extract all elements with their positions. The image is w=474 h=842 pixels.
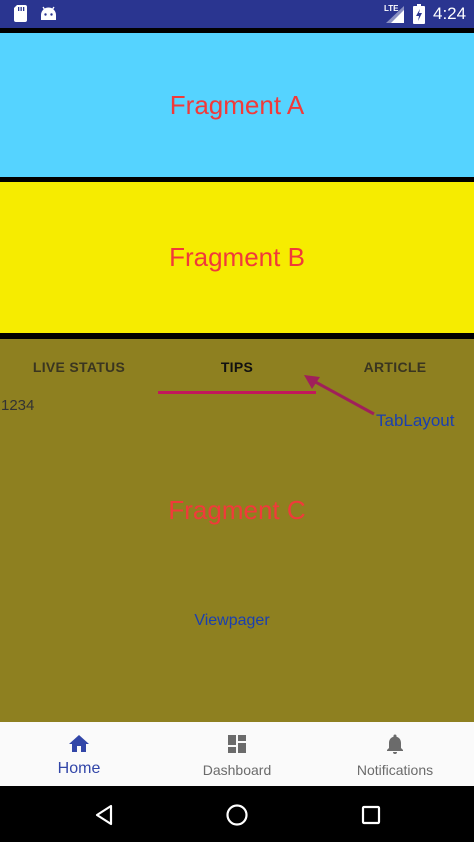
tablayout-annotation: TabLayout [376,411,455,430]
fragment-b-title: Fragment B [169,242,305,272]
back-icon[interactable] [92,803,116,827]
viewpager-content-text: 1234 [1,397,35,414]
fragment-c-title: Fragment C [168,495,306,525]
tab-tips[interactable]: TIPS [158,339,316,395]
fragment-a: Fragment A [0,33,474,177]
battery-charging-icon [413,4,425,24]
fragment-c: LIVE STATUS TIPS ARTICLE 1234 TabLayout … [0,339,474,722]
sd-card-icon [14,5,27,22]
bottom-navigation: Home Dashboard Notifications [0,722,474,786]
fragment-a-title: Fragment A [169,89,305,120]
home-icon [69,735,89,752]
status-bar: LTE 4:24 [0,0,474,28]
nav-item-dashboard[interactable]: Dashboard [158,722,316,786]
tab-indicator [158,391,316,394]
nav-item-notifications[interactable]: Notifications [316,722,474,786]
android-icon [41,6,56,21]
nav-item-label: Notifications [356,762,434,778]
home-circle-icon[interactable] [225,803,249,827]
nav-item-label: Dashboard [202,762,272,778]
dashboard-icon [228,735,246,753]
viewpager-annotation: Viewpager [194,612,270,629]
tab-layout: LIVE STATUS TIPS ARTICLE [0,339,474,395]
bell-icon [387,734,403,754]
nav-item-label: Home [57,760,101,777]
signal-icon [386,6,404,23]
fragment-b: Fragment B [0,182,474,333]
recents-icon[interactable] [359,803,383,827]
tab-live-status[interactable]: LIVE STATUS [0,339,158,395]
clock: 4:24 [433,4,467,23]
annotation-arrow-icon [304,375,375,416]
nav-item-home[interactable]: Home [0,722,158,786]
system-navigation-bar [0,786,474,842]
